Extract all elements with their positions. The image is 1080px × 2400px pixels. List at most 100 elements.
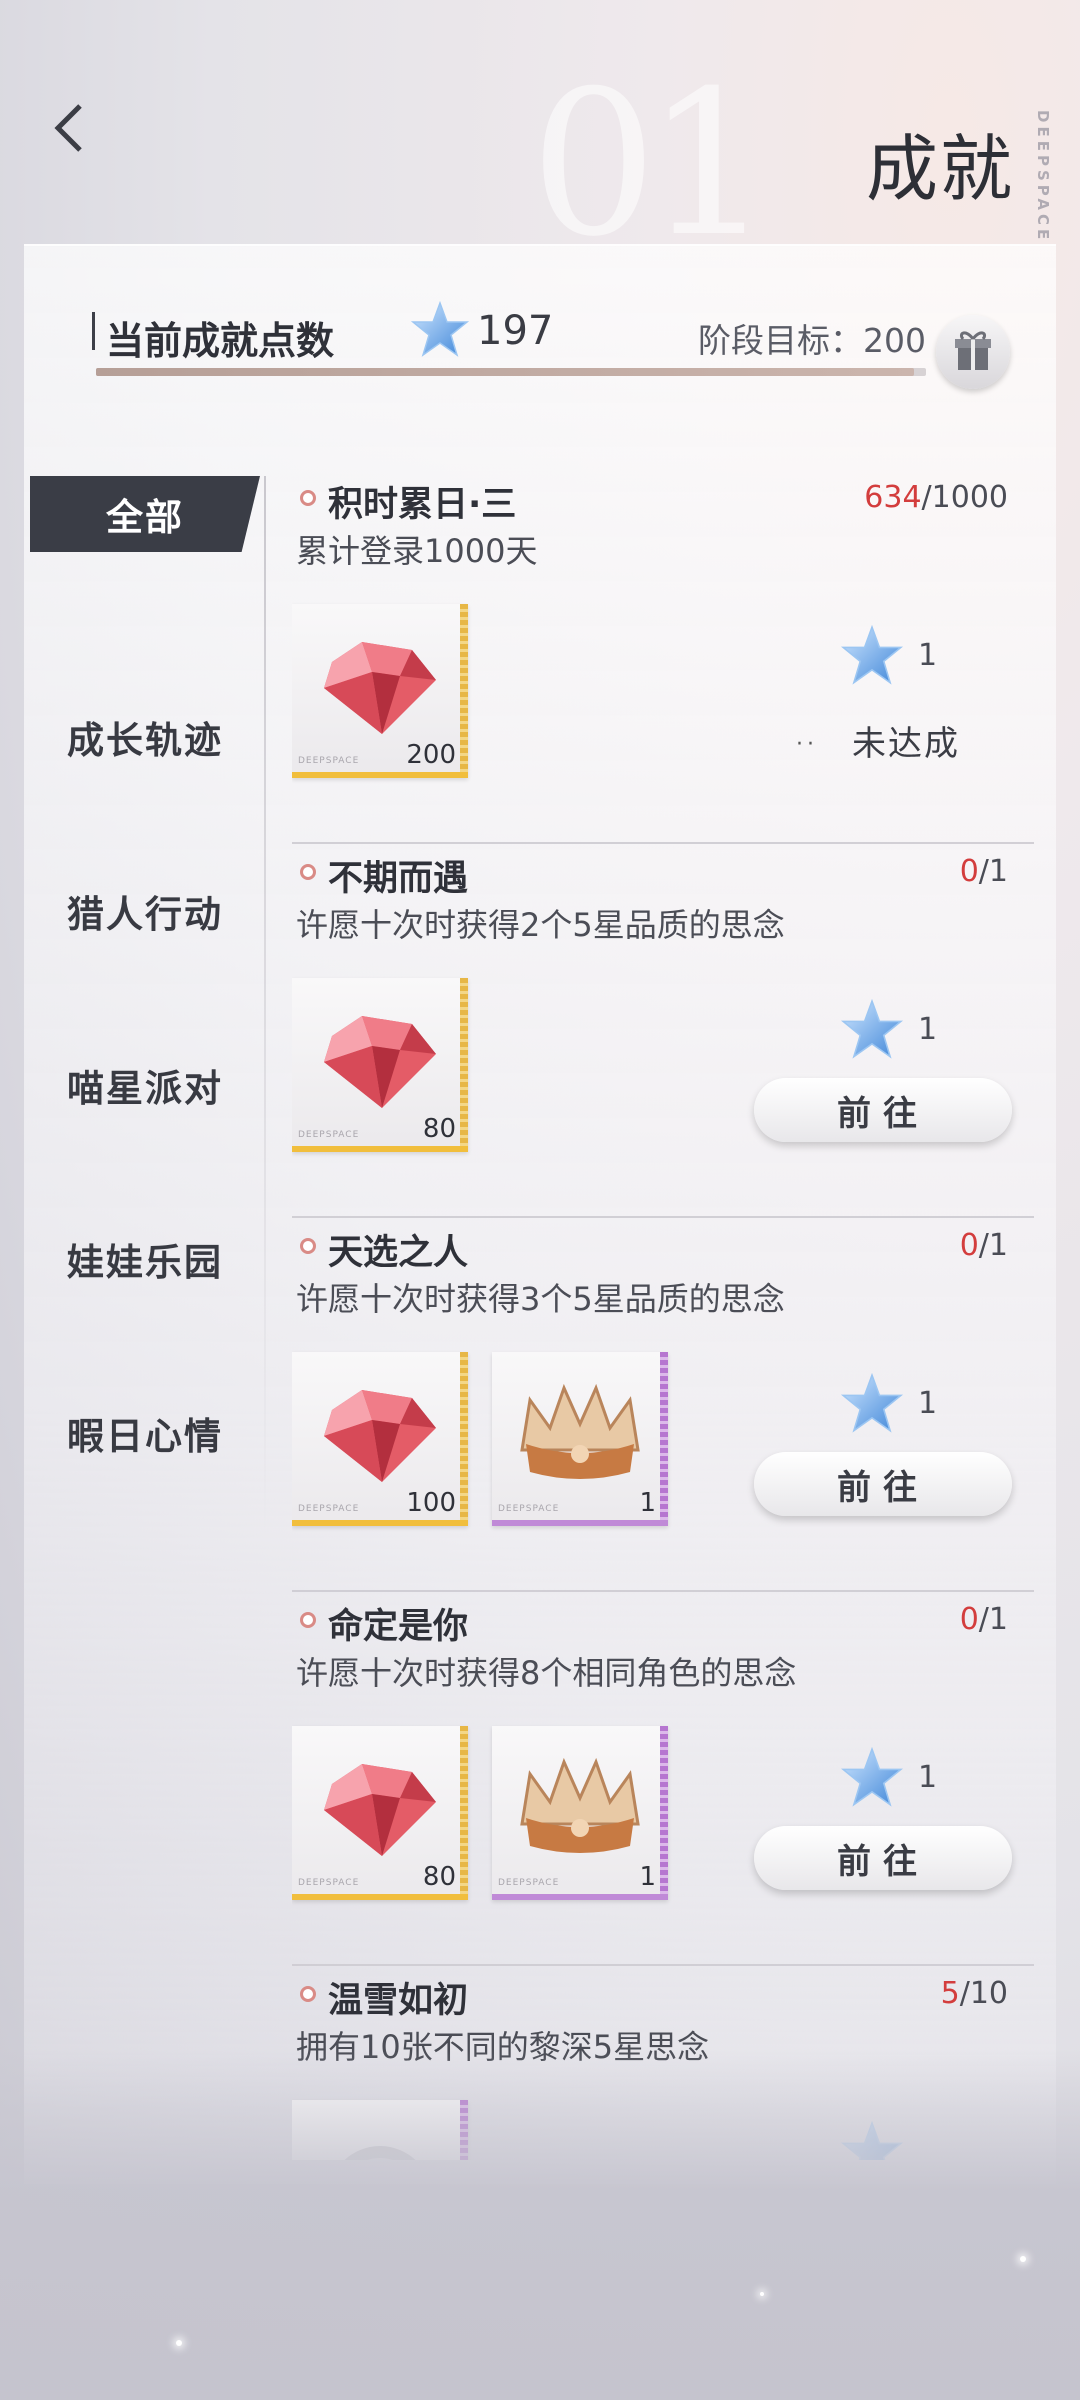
points-progress-bar <box>96 368 926 376</box>
bottom-fade <box>0 2050 1080 2400</box>
status-not-achieved: 未达成 <box>852 724 960 764</box>
reward-count: 1 <box>639 1862 656 1892</box>
gift-icon <box>955 331 991 370</box>
achievement-progress: 0/1 <box>960 1602 1008 1637</box>
achievement-points-summary: 当前成就点数 197 阶段目标：200 <box>92 300 992 390</box>
achievement-item: 命定是你 0/1 许愿十次时获得8个相同角色的思念 DEEPSPACE 80 D… <box>292 1592 1034 1966</box>
star-reward-count: 1 <box>918 638 938 673</box>
reward-count: 80 <box>422 1114 456 1144</box>
points-progress-fill <box>96 368 914 376</box>
reward-count: 100 <box>406 1488 456 1518</box>
progress-total: /1 <box>978 1228 1008 1263</box>
reward-item-crown[interactable]: DEEPSPACE 1 <box>492 1726 668 1900</box>
bullet-icon <box>300 490 316 506</box>
star-reward-count: 1 <box>918 1012 938 1047</box>
star-icon <box>840 1746 904 1807</box>
chevron-left-icon <box>54 104 82 152</box>
sidebar-item-leisure-mood[interactable]: 暇日心情 <box>30 1346 260 1520</box>
reward-count: 1 <box>639 1488 656 1518</box>
progress-total: /1 <box>978 854 1008 889</box>
progress-total: /1 <box>978 1602 1008 1637</box>
achievement-progress: 5/10 <box>941 1976 1008 2011</box>
achievement-progress: 0/1 <box>960 1228 1008 1263</box>
achievement-title: 命定是你 <box>328 1607 469 1647</box>
rarity-edge <box>460 1726 468 1900</box>
page-title: 成就 <box>865 127 1014 211</box>
sidebar-item-all[interactable]: 全部 <box>30 476 260 552</box>
card-watermark: DEEPSPACE <box>298 756 360 766</box>
rarity-underline <box>292 1520 468 1526</box>
bullet-icon <box>300 1612 316 1628</box>
sparkle-decoration <box>760 2292 764 2296</box>
achievement-description: 许愿十次时获得3个5星品质的思念 <box>296 1280 785 1318</box>
achievement-description: 许愿十次时获得8个相同角色的思念 <box>296 1654 797 1692</box>
star-icon <box>410 300 470 357</box>
achievement-list[interactable]: 积时累日·三 634/1000 累计登录1000天 DEEPSPACE 200 … <box>292 470 1034 2160</box>
sidebar-item-label: 暇日心情 <box>67 1415 223 1458</box>
achievement-progress: 634/1000 <box>864 480 1008 515</box>
achievement-item: 天选之人 0/1 许愿十次时获得3个5星品质的思念 DEEPSPACE 100 <box>292 1218 1034 1592</box>
rarity-underline <box>292 1894 468 1900</box>
red-gem-icon <box>324 1764 436 1856</box>
progress-current: 634 <box>864 480 922 515</box>
achievement-description: 许愿十次时获得2个5星品质的思念 <box>296 906 785 944</box>
summary-tick <box>92 312 95 350</box>
sidebar-item-label: 娃娃乐园 <box>67 1241 223 1284</box>
sidebar-item-meow-party[interactable]: 喵星派对 <box>30 998 260 1172</box>
rarity-underline <box>292 772 468 778</box>
bullet-icon <box>300 1238 316 1254</box>
red-gem-icon <box>324 642 436 734</box>
progress-current: 0 <box>959 854 979 889</box>
sparkle-decoration <box>1020 2256 1026 2262</box>
sidebar-item-label: 成长轨迹 <box>67 719 223 762</box>
category-sidebar: 全部 成长轨迹 猎人行动 喵星派对 娃娃乐园 暇日心情 <box>30 476 260 1520</box>
progress-current: 0 <box>959 1228 979 1263</box>
points-label: 当前成就点数 <box>106 319 335 363</box>
stage-gift-button[interactable] <box>936 315 1010 389</box>
sidebar-item-doll-park[interactable]: 娃娃乐园 <box>30 1172 260 1346</box>
achievement-item: 积时累日·三 634/1000 累计登录1000天 DEEPSPACE 200 … <box>292 470 1034 844</box>
crown-icon <box>520 1383 640 1479</box>
progress-total: /1000 <box>921 480 1008 515</box>
sidebar-item-label: 喵星派对 <box>67 1067 223 1110</box>
card-watermark: DEEPSPACE <box>498 1504 560 1514</box>
reward-item-gem[interactable]: DEEPSPACE 100 <box>292 1352 468 1526</box>
achievement-title: 积时累日·三 <box>328 485 517 525</box>
reward-item-gem[interactable]: DEEPSPACE 80 <box>292 978 468 1152</box>
reward-count: 200 <box>406 740 456 770</box>
achievement-title: 天选之人 <box>328 1233 469 1273</box>
goto-button[interactable]: 前往 <box>754 1826 1012 1890</box>
reward-count: 80 <box>422 1862 456 1892</box>
card-watermark: DEEPSPACE <box>498 1878 560 1888</box>
back-button[interactable] <box>44 98 94 158</box>
achievement-title: 温雪如初 <box>328 1981 469 2021</box>
card-watermark: DEEPSPACE <box>298 1130 360 1140</box>
progress-total: /10 <box>959 1976 1008 2011</box>
background-watermark: DEEPSPACE <box>1034 110 1052 244</box>
reward-item-gem[interactable]: DEEPSPACE 200 <box>292 604 468 778</box>
rarity-edge <box>460 978 468 1152</box>
card-watermark: DEEPSPACE <box>298 1504 360 1514</box>
goto-button[interactable]: 前往 <box>754 1078 1012 1142</box>
sidebar-item-growth[interactable]: 成长轨迹 <box>30 650 260 824</box>
reward-item-crown[interactable]: DEEPSPACE 1 <box>492 1352 668 1526</box>
reward-item-gem[interactable]: DEEPSPACE 80 <box>292 1726 468 1900</box>
bullet-icon <box>300 864 316 880</box>
achievement-item: 不期而遇 0/1 许愿十次时获得2个5星品质的思念 DEEPSPACE 80 1… <box>292 844 1034 1218</box>
star-icon <box>840 998 904 1059</box>
rarity-edge <box>660 1726 668 1900</box>
star-reward-count: 1 <box>918 1760 938 1795</box>
star-reward-count: 1 <box>918 1386 938 1421</box>
star-icon <box>840 1372 904 1433</box>
progress-current: 0 <box>959 1602 979 1637</box>
sidebar-item-hunter[interactable]: 猎人行动 <box>30 824 260 998</box>
sidebar-item-label: 全部 <box>106 496 184 539</box>
crown-icon <box>520 1757 640 1853</box>
goto-button[interactable]: 前往 <box>754 1452 1012 1516</box>
achievement-description: 累计登录1000天 <box>296 532 538 570</box>
star-icon <box>840 624 904 685</box>
rarity-underline <box>492 1520 668 1526</box>
rarity-edge <box>460 604 468 778</box>
sidebar-divider <box>264 476 266 1536</box>
card-watermark: DEEPSPACE <box>298 1878 360 1888</box>
